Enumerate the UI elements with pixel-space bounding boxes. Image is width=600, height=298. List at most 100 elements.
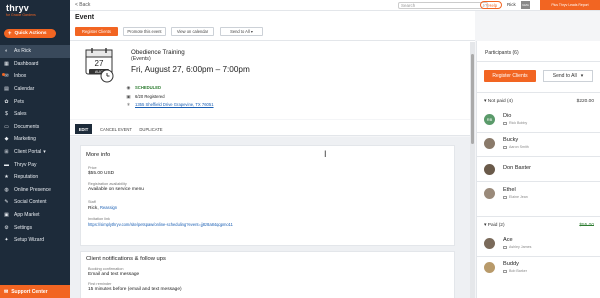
user-name[interactable]: Rick [507,2,516,7]
invitation-link-field: Invitation link https://simplythryv.com/… [88,217,233,227]
sidebar-item-documents[interactable]: ▭ Documents [0,121,70,134]
sidebar-item-label: App Market [14,212,40,219]
checkbox-icon [503,269,507,273]
sidebar-item-app-market[interactable]: ▣ App Market [0,209,70,222]
documents-icon: ▭ [4,123,9,130]
participant-name: Buddy [503,261,519,267]
sidebar-item-sales[interactable]: $ Sales [0,108,70,121]
dashboard-icon: ▦ [4,60,9,67]
send-to-all-dropdown[interactable]: Send to All ▾ [220,27,263,36]
participant-row[interactable]: Ethel Elaine Jean [484,185,594,203]
sidebar-item-label: As Rick [14,48,31,55]
text-cursor-icon: I [324,149,327,159]
sidebar-item-reputation[interactable]: ★ Reputation [0,171,70,184]
register-clients-panel-button[interactable]: Register Clients [484,70,536,82]
participant-row[interactable]: RB Dio Rick Bobby [484,111,594,129]
sidebar-item-dashboard[interactable]: ▦ Dashboard [0,58,70,71]
sidebar-item-label: Dashboard [14,60,39,67]
sidebar-item-settings[interactable]: ⚙ Settings [0,221,70,234]
marketing-icon: ◆ [4,136,9,143]
participant-name: Ace [503,237,513,243]
quick-actions-button[interactable]: + Quick Actions [4,29,56,38]
price-value: $55.00 USD [88,171,115,176]
status-row: ◉ SCHEDULED [126,84,162,91]
staff-name: Rick, [88,206,99,211]
not-paid-group-header[interactable]: ▾ Not paid (4) $220.00 [484,99,594,104]
sidebar-item-online-presence[interactable]: ◍ Online Presence [0,184,70,197]
confirmation-value: Email and text message [88,272,140,277]
sidebar-item-label: Inbox [14,73,27,80]
tab-edit[interactable]: EDIT [75,124,92,134]
more-info-title: More info [86,152,111,158]
participant-owner-name: Bob Barker [509,269,527,273]
sidebar-item-inbox[interactable]: ✉ Inbox [0,70,70,83]
search-input[interactable]: Search ⌕ [398,2,488,9]
invitation-link[interactable]: https://simplythryv.com/site/petspaw/onl… [88,222,233,227]
sidebar-item-setup-wizard[interactable]: ✦ Setup Wizard [0,234,70,247]
sidebar-item-calendar[interactable]: ▤ Calendar [0,83,70,96]
page-title: Event [75,14,95,21]
back-link[interactable]: < Back [75,2,90,8]
sidebar-nav: ◐ As Rick ▦ Dashboard ✉ Inbox ▤ Calendar ✿ Pets $ S… [0,45,70,247]
reassign-link[interactable]: Reassign [100,205,117,210]
availability-field: Registration availability Available on s… [88,182,144,193]
availability-value: Available on service menu [88,187,144,192]
top-bar: < Back Search ⌕ ? Help Rick GMA Plus Thr… [70,0,600,11]
participant-row[interactable]: Don Baxter [484,161,594,179]
chevron-down-icon: ▾ [484,99,487,104]
status-icon: ◉ [126,84,131,90]
paid-group-header[interactable]: ▾ Paid (2) $55.00 [484,223,594,228]
tab-cancel-event[interactable]: CANCEL EVENT [96,124,136,134]
checkbox-icon [503,195,507,199]
participant-name: Bucky [503,137,519,143]
divider [477,181,600,182]
staff-value: Rick, Reassign [88,205,117,212]
event-tabs: EDIT CANCEL EVENT DUPLICATE [70,120,475,136]
sidebar-item-as-rick[interactable]: ◐ As Rick [0,45,70,58]
sidebar-item-label: Reputation [14,174,39,181]
sidebar-item-label: Client Portal [14,149,42,156]
chevron-down-icon: ▾ [250,29,253,34]
quick-actions-label: Quick Actions [14,31,47,36]
checkbox-icon [503,145,507,149]
promote-event-button[interactable]: Promote this event [123,27,166,36]
paw-icon: ✿ [4,98,9,105]
participant-row[interactable]: Buddy Bob Barker [484,259,594,277]
chat-icon: ✉ [4,288,9,295]
sidebar-item-marketing[interactable]: ◆ Marketing [0,133,70,146]
scrollbar-thumb[interactable] [471,54,474,144]
send-to-all-panel-dropdown[interactable]: Send to All ▾ [543,70,593,82]
sidebar-item-social-content[interactable]: ✎ Social Content [0,196,70,209]
participant-name: Ethel [503,187,516,193]
sidebar-item-thryv-pay[interactable]: ▬ Thryv Pay [0,158,70,171]
support-center-button[interactable]: ✉ Support Center [0,285,70,298]
avatar[interactable]: GMA [521,1,530,9]
event-address-link[interactable]: 1355 Sheffield Drive Grapevine, TX 76051 [135,102,214,107]
event-title: Obedience Training [131,49,185,56]
participant-row[interactable]: Bucky Aaron Smith [484,135,594,153]
sidebar-item-label: Marketing [14,136,36,143]
reputation-icon: ★ [4,174,9,181]
participant-owner: Elaine Jean [503,195,528,199]
sidebar-item-label: Sales [14,111,27,118]
tab-duplicate[interactable]: DUPLICATE [136,124,166,134]
promo-banner-button[interactable]: Plus Thryv Leads Report [540,0,600,10]
view-on-calendar-button[interactable]: View on calendar [171,27,214,36]
sidebar-item-client-portal[interactable]: ⊞ Client Portal ▾ [0,146,70,159]
calendar-illustration-icon: 27 . AUG [85,48,114,83]
gear-icon: ⚙ [4,224,9,231]
staff-field: Staff Rick, Reassign [88,200,117,212]
divider [477,156,600,157]
reminder-value: 15 minutes before (email and text messag… [88,287,182,292]
portal-icon: ⊞ [4,149,9,156]
participant-owner: Ashley James [503,245,531,249]
help-button[interactable]: ? Help [480,1,502,9]
participant-row[interactable]: Ace Ashley James [484,235,594,253]
sidebar-item-pets[interactable]: ✿ Pets [0,95,70,108]
register-clients-button[interactable]: Register Clients [75,27,118,36]
thryv-logo[interactable]: thryv [6,3,29,13]
send-to-all-panel-label: Send to All [552,73,577,79]
participant-owner: Aaron Smith [503,145,529,149]
sidebar-item-label: Documents [14,123,40,130]
social-icon: ✎ [4,199,9,206]
